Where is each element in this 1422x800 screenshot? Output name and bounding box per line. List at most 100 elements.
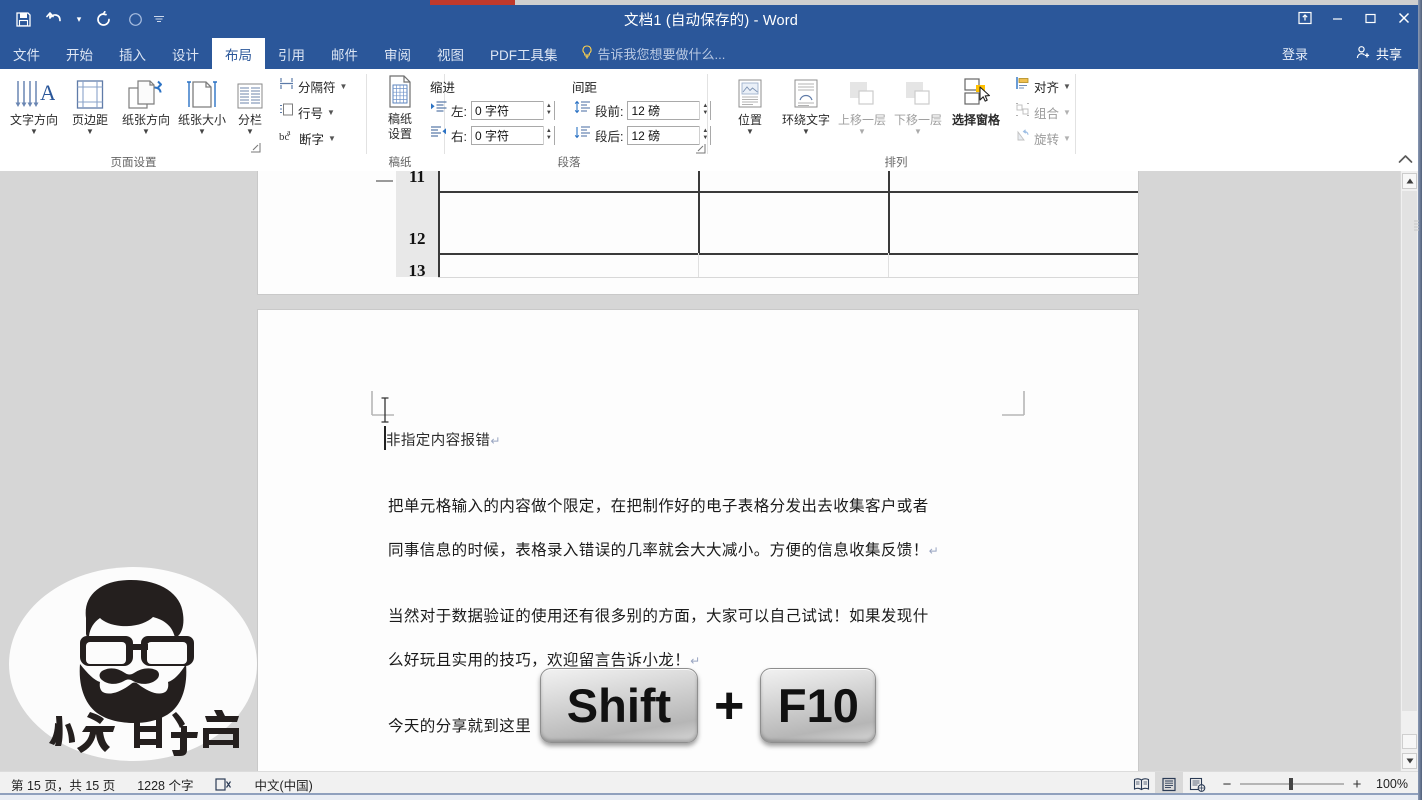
maximize-button[interactable] xyxy=(1354,3,1387,33)
save-icon[interactable] xyxy=(8,4,38,34)
ribbon-item-line-numbers[interactable]: 行号 ▼ xyxy=(276,101,338,123)
indent-left-value[interactable] xyxy=(471,101,543,119)
indent-left-icon xyxy=(430,100,447,120)
page-setup-dialog-launcher[interactable] xyxy=(250,142,261,153)
selection-pane-icon xyxy=(957,72,995,112)
spacing-after-stepper[interactable]: ▲ ▼ xyxy=(699,125,711,145)
zoom-slider-thumb[interactable] xyxy=(1289,778,1293,790)
document-paragraph-5[interactable]: 么好玩且实用的技巧，欢迎留言告诉小龙！↵ xyxy=(388,648,701,670)
ribbon-button-margins[interactable]: 页边距 ▼ xyxy=(62,72,118,148)
tell-me-box[interactable]: 告诉我您想要做什么... xyxy=(571,38,736,69)
ribbon-item-hyphenation[interactable]: bc a 断字 ▼ xyxy=(276,127,339,149)
window-right-border xyxy=(1418,0,1422,800)
tab-home[interactable]: 开始 xyxy=(53,38,106,69)
document-paragraph-4[interactable]: 当然对于数据验证的使用还有很多别的方面，大家可以自己试试！如果发现什 xyxy=(388,604,929,626)
spacing-before-input[interactable]: ▲▼ xyxy=(627,100,712,120)
ribbon-button-label: 纸张大小 xyxy=(177,113,226,127)
ribbon-button-columns[interactable]: 分栏 ▼ xyxy=(230,72,270,148)
qat-dropdown-icon[interactable] xyxy=(152,4,166,34)
decor-red-stripe xyxy=(430,0,515,5)
document-paragraph-6[interactable]: 今天的分享就到这里 xyxy=(388,714,531,736)
ribbon-button-orientation[interactable]: 纸张方向 ▼ xyxy=(118,72,174,148)
ribbon-button-bring-forward[interactable]: 上移一层 ▼ xyxy=(834,72,890,148)
chevron-down-icon: ▼ xyxy=(1063,133,1071,143)
tab-design[interactable]: 设计 xyxy=(159,38,212,69)
undo-dropdown-icon[interactable]: ▾ xyxy=(72,4,86,34)
spacing-before-value[interactable] xyxy=(628,101,700,119)
spacing-after-input[interactable]: ▲▼ xyxy=(627,125,712,145)
tab-mailings[interactable]: 邮件 xyxy=(318,38,371,69)
scroll-up-button[interactable] xyxy=(1402,173,1417,189)
ribbon-button-wrap-text[interactable]: 环绕文字 ▼ xyxy=(778,72,834,148)
chevron-down-icon: ▼ xyxy=(30,127,38,136)
ribbon-group-arrange: 位置 ▼ 环绕文字 ▼ 上移一层 ▼ 下移一层 ▼ 选择窗格 对齐 ▼ 组合 ▼… xyxy=(716,69,1076,171)
document-paragraph-3[interactable]: 同事信息的时候，表格录入错误的几率就会大大减小。方便的信息收集反馈！↵ xyxy=(388,538,939,560)
scroll-tick-marks xyxy=(1414,219,1419,231)
share-button[interactable]: 共享 xyxy=(1348,38,1410,69)
ribbon-button-position[interactable]: 位置 ▼ xyxy=(722,72,778,148)
redo-icon[interactable] xyxy=(88,4,118,34)
document-page-previous[interactable]: 11 12 13 xyxy=(258,171,1138,294)
vertical-scrollbar[interactable] xyxy=(1400,171,1419,771)
ribbon-item-breaks[interactable]: 分隔符 ▼ xyxy=(276,75,350,97)
minimize-button[interactable] xyxy=(1321,3,1354,33)
svg-text:A: A xyxy=(40,80,55,105)
plus-sign: + xyxy=(714,676,745,735)
ribbon-item-label: 分隔符 xyxy=(298,80,336,95)
sign-in-button[interactable]: 登录 xyxy=(1276,38,1314,69)
zoom-in-button[interactable]: + xyxy=(1351,776,1363,793)
space-before-icon xyxy=(574,100,591,120)
document-paragraph-1[interactable]: 非指定内容报错↵ xyxy=(386,429,501,450)
collapse-ribbon-button[interactable] xyxy=(1396,150,1414,168)
ribbon-item-align[interactable]: 对齐 ▼ xyxy=(1012,75,1074,97)
document-paragraph-2[interactable]: 把单元格输入的内容做个限定，在把制作好的电子表格分发出去收集客户或者 xyxy=(388,494,929,516)
ribbon-button-text-direction[interactable]: A 文字方向 ▼ xyxy=(6,72,62,148)
window-title: 文档1 (自动保存的) - Word xyxy=(623,12,799,29)
document-canvas[interactable]: 11 12 13 非指定内容报错↵ 把单元格输入的内容做个限定，在把制作好的电子… xyxy=(0,171,1422,771)
zoom-out-button[interactable]: − xyxy=(1221,776,1233,793)
ribbon-button-send-backward[interactable]: 下移一层 ▼ xyxy=(890,72,946,148)
tell-me-placeholder: 告诉我您想要做什么... xyxy=(597,47,726,62)
spacing-before-stepper[interactable]: ▲ ▼ xyxy=(699,100,711,120)
tab-layout[interactable]: 布局 xyxy=(212,38,265,69)
tab-review[interactable]: 审阅 xyxy=(371,38,424,69)
chevron-down-icon: ▼ xyxy=(802,127,810,136)
ribbon-group-page-setup: A 文字方向 ▼ 页边距 ▼ 纸张方向 ▼ 纸张大小 ▼ 分栏 ▼ 分隔符 ▼ … xyxy=(0,69,367,171)
tab-pdf-tools[interactable]: PDF工具集 xyxy=(477,38,571,69)
indent-right-input[interactable]: ▲▼ xyxy=(470,125,555,145)
circle-icon[interactable] xyxy=(120,4,150,34)
title-bar: ▾ 文档1 (自动保存的) - Word xyxy=(0,0,1422,38)
zoom-level-label[interactable]: 100% xyxy=(1370,777,1408,791)
ribbon-tab-strip: 文件 开始 插入 设计 布局 引用 邮件 审阅 视图 PDF工具集 告诉我您想要… xyxy=(0,38,1422,69)
chevron-down-icon: ▼ xyxy=(746,127,754,136)
tab-insert[interactable]: 插入 xyxy=(106,38,159,69)
ribbon-display-options-icon[interactable] xyxy=(1288,3,1321,33)
grid-paper-icon xyxy=(384,70,416,110)
undo-icon[interactable] xyxy=(40,4,70,34)
word-application-window: ▾ 文档1 (自动保存的) - Word 文件 开始 插入 设计 布局 引用 邮… xyxy=(0,0,1422,800)
ribbon-group-name: 段落 xyxy=(557,157,581,169)
close-button[interactable] xyxy=(1387,3,1420,33)
indent-right-stepper[interactable]: ▲ ▼ xyxy=(542,125,554,145)
tab-references[interactable]: 引用 xyxy=(265,38,318,69)
ribbon-button-paper-size[interactable]: 纸张大小 ▼ xyxy=(174,72,230,148)
paragraph-dialog-launcher[interactable] xyxy=(695,143,706,154)
ribbon-button-grid-paper-settings[interactable]: 稿纸 设置 xyxy=(372,70,428,150)
indent-right-value[interactable] xyxy=(471,126,543,144)
indent-left-input[interactable]: ▲▼ xyxy=(470,100,555,120)
tab-file[interactable]: 文件 xyxy=(0,38,53,69)
spacing-after-value[interactable] xyxy=(628,126,700,144)
spacing-after-label: 段后: xyxy=(595,129,624,144)
scroll-down-button[interactable] xyxy=(1402,753,1417,769)
wrap-text-icon xyxy=(790,72,822,112)
zoom-slider[interactable] xyxy=(1240,778,1344,790)
indent-left-stepper[interactable]: ▲ ▼ xyxy=(542,100,554,120)
tab-view[interactable]: 视图 xyxy=(424,38,477,69)
breaks-icon xyxy=(279,76,294,96)
previous-page-button[interactable] xyxy=(1402,734,1417,749)
ribbon-button-selection-pane[interactable]: 选择窗格 xyxy=(944,72,1008,148)
scrollbar-thumb[interactable] xyxy=(1402,191,1417,711)
ribbon-group-paragraph: 缩进 间距 左: ▲▼ 右: ▲▼ xyxy=(424,69,714,171)
ribbon-item-group[interactable]: 组合 ▼ xyxy=(1012,101,1074,123)
ribbon-item-rotate[interactable]: 旋转 ▼ xyxy=(1012,127,1074,149)
